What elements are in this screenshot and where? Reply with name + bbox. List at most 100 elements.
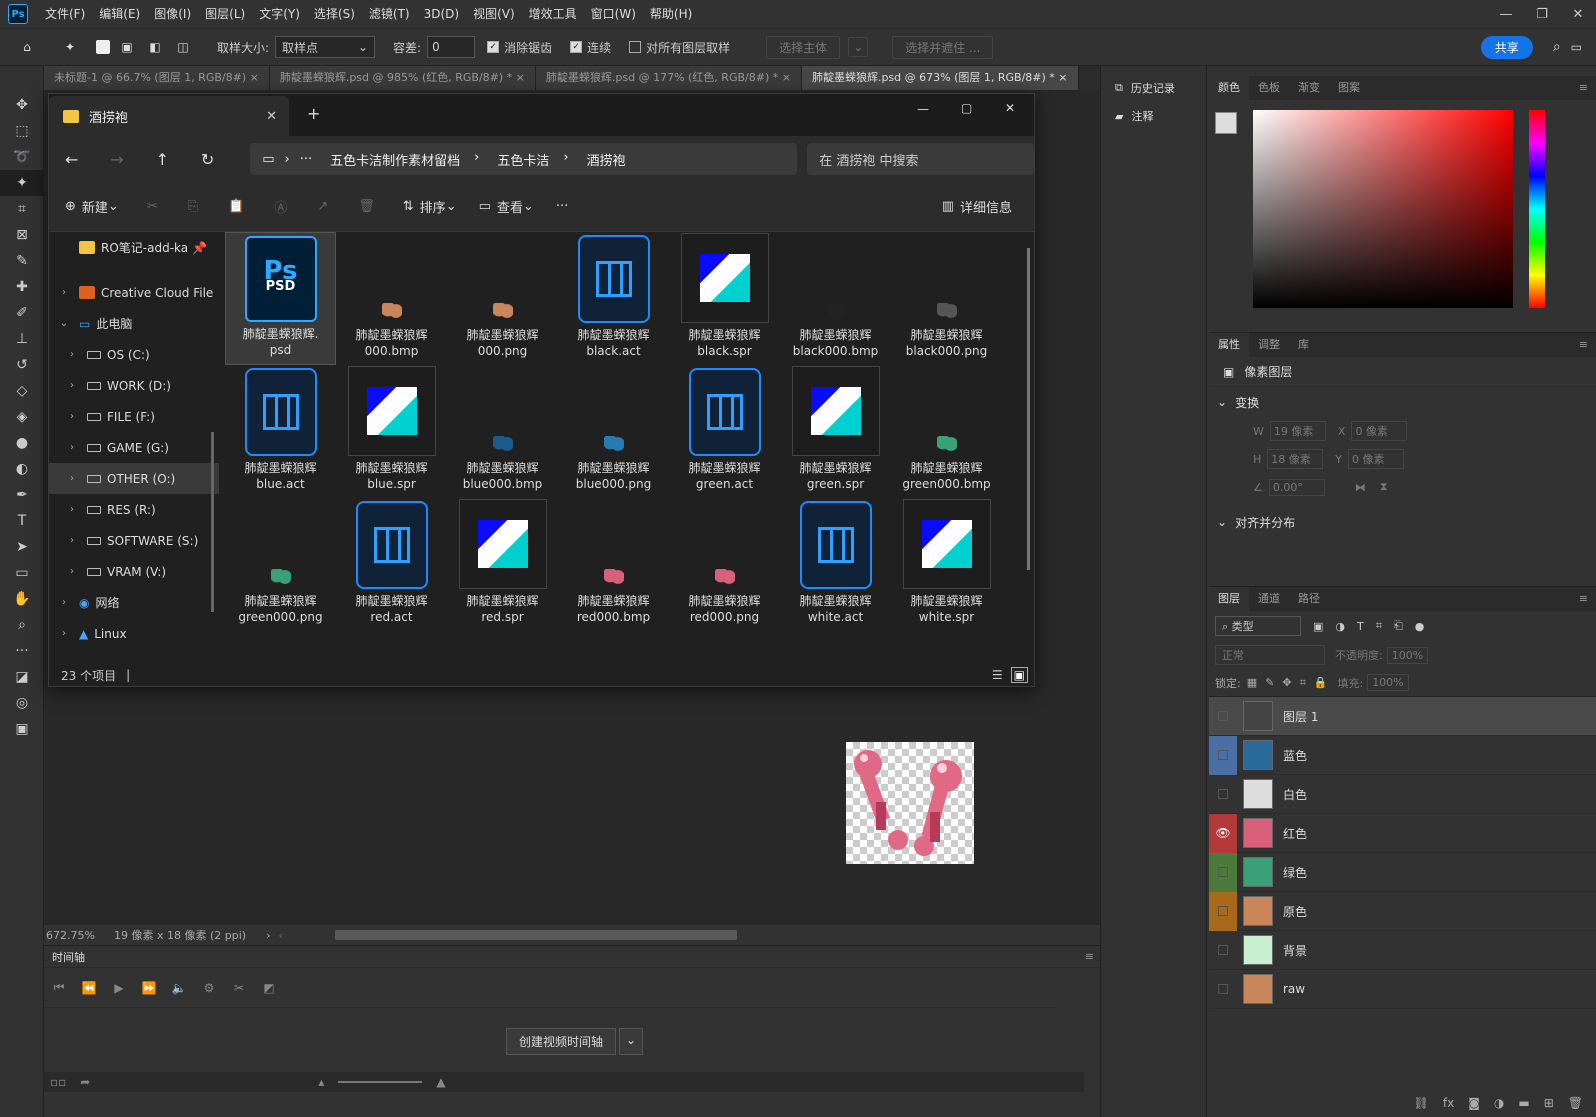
play-icon[interactable]: ▶	[104, 981, 134, 995]
nav-item[interactable]: › ◉ 网络	[49, 587, 219, 618]
type-tool-icon[interactable]: T	[0, 508, 44, 534]
back-icon[interactable]: ←	[49, 150, 94, 169]
transition-icon[interactable]: ◩	[254, 981, 284, 995]
nav-item[interactable]: › RES (R:)	[49, 494, 219, 525]
eyedropper-tool-icon[interactable]: ✎	[0, 248, 44, 274]
file-item[interactable]: 肺靛墨蝾狼辉 black000.png	[891, 232, 1002, 365]
filter-type-icon[interactable]: T	[1357, 620, 1364, 633]
healing-tool-icon[interactable]: ✚	[0, 274, 44, 300]
flip-vertical-icon[interactable]: ⧗	[1380, 480, 1388, 494]
bucket-tool-icon[interactable]: ◈	[0, 404, 44, 430]
color-swatch-icon[interactable]: ◪	[0, 664, 44, 690]
add-mask-icon[interactable]: ◙	[1468, 1096, 1480, 1110]
lock-artboard-icon[interactable]: ⌗	[1300, 676, 1306, 690]
breadcrumb-item[interactable]: 五色卡洁制作素材留档	[330, 150, 460, 169]
magic-wand-tool-icon[interactable]: ✦	[0, 170, 44, 196]
add-selection-icon[interactable]: ▣	[116, 36, 138, 58]
scroll-left-icon[interactable]: ‹	[279, 929, 283, 942]
minimize-icon[interactable]: —	[1488, 7, 1524, 22]
filter-smart-icon[interactable]: ⎗	[1394, 619, 1403, 633]
rectangle-tool-icon[interactable]: ▭	[0, 560, 44, 586]
file-item[interactable]: 肺靛墨蝾狼辉 white.spr	[891, 498, 1002, 631]
layer-row[interactable]: 背景	[1209, 931, 1596, 970]
chevron-right-icon[interactable]: ›	[65, 380, 79, 391]
refresh-icon[interactable]: ↻	[185, 150, 230, 169]
quick-mask-icon[interactable]: ◎	[0, 690, 44, 716]
align-section[interactable]: ⌄ 对齐并分布	[1209, 507, 1596, 537]
panel-tab[interactable]: 调整	[1249, 333, 1289, 357]
panel-tab[interactable]: 图案	[1329, 76, 1369, 100]
nav-item[interactable]: RO笔记-add-ka 📌	[49, 232, 219, 263]
fx-icon[interactable]: fx	[1443, 1096, 1454, 1110]
up-icon[interactable]: ↑	[140, 150, 185, 169]
panel-tab[interactable]: 色板	[1249, 76, 1289, 100]
dodge-tool-icon[interactable]: ◐	[0, 456, 44, 482]
magic-wand-icon[interactable]: ✦	[59, 36, 81, 58]
more-tools-icon[interactable]: ···	[0, 638, 44, 664]
nav-scrollbar[interactable]	[211, 432, 214, 612]
screen-mode-icon[interactable]: ▣	[0, 716, 44, 742]
select-subject-dropdown[interactable]: ⌄	[848, 37, 869, 57]
file-item[interactable]: 肺靛墨蝾狼辉 black.spr	[669, 232, 780, 365]
nav-item[interactable]: › OS (C:)	[49, 339, 219, 370]
frame-tool-icon[interactable]: ⊠	[0, 222, 44, 248]
search-field[interactable]: 在 酒捞袍 中搜索	[807, 143, 1034, 175]
hand-tool-icon[interactable]: ✋	[0, 586, 44, 612]
convert-icon[interactable]: ➦	[80, 1075, 90, 1089]
panel-menu-icon[interactable]: ≡	[1570, 76, 1596, 100]
visibility-toggle[interactable]	[1209, 970, 1237, 1009]
opacity-input[interactable]: 100%	[1386, 646, 1429, 664]
file-item[interactable]: 肺靛墨蝾狼辉 green000.png	[225, 498, 336, 631]
select-mask-button[interactable]: 选择并遮住 ...	[892, 35, 994, 59]
share-icon[interactable]: ↗	[317, 199, 328, 214]
notes-panel-button[interactable]: ▰ 注释	[1101, 102, 1206, 130]
panel-tab[interactable]: 库	[1289, 333, 1318, 357]
zoom-slider[interactable]	[338, 1081, 423, 1083]
flip-horizontal-icon[interactable]: ⧓	[1355, 481, 1366, 494]
new-tab-button[interactable]: +	[307, 104, 320, 123]
crop-tool-icon[interactable]: ⌗	[0, 196, 44, 222]
menu-item[interactable]: 增效工具	[522, 0, 584, 28]
stamp-tool-icon[interactable]: ⊥	[0, 326, 44, 352]
nav-item[interactable]: › Creative Cloud File	[49, 277, 219, 308]
visibility-toggle[interactable]	[1209, 775, 1237, 814]
pen-tool-icon[interactable]: ✒	[0, 482, 44, 508]
menu-item[interactable]: 窗口(W)	[584, 0, 643, 28]
file-item[interactable]: 肺靛墨蝾狼辉 blue000.bmp	[447, 365, 558, 498]
chevron-right-icon[interactable]: ›	[65, 566, 79, 577]
menu-item[interactable]: 图像(I)	[147, 0, 198, 28]
filter-adjust-icon[interactable]: ◑	[1335, 620, 1345, 633]
nav-item[interactable]: › OTHER (O:)	[49, 463, 219, 494]
layer-row[interactable]: 白色	[1209, 775, 1596, 814]
sort-button[interactable]: ⇅ 排序 ⌄	[403, 197, 457, 216]
zoom-tool-icon[interactable]: ⌕	[0, 612, 44, 638]
file-item[interactable]: 肺靛墨蝾狼辉 000.bmp	[336, 232, 447, 365]
lock-transparent-icon[interactable]: ▦	[1247, 676, 1257, 689]
menu-item[interactable]: 帮助(H)	[643, 0, 699, 28]
cut-icon[interactable]: ✂	[147, 199, 158, 214]
x-input[interactable]: 0 像素	[1351, 421, 1408, 441]
transform-section[interactable]: ⌄ 变换	[1209, 387, 1596, 417]
zoom-in-icon[interactable]: ▲	[436, 1075, 445, 1089]
intersect-selection-icon[interactable]: ◫	[172, 36, 194, 58]
eraser-tool-icon[interactable]: ◇	[0, 378, 44, 404]
nav-item[interactable]: › SOFTWARE (S:)	[49, 525, 219, 556]
settings-icon[interactable]: ⚙	[194, 981, 224, 995]
file-item[interactable]: Ps PSD 肺靛墨蝾狼辉. psd	[225, 232, 336, 365]
filter-shape-icon[interactable]: ⌗	[1376, 619, 1382, 633]
rename-icon[interactable]: Ⓐ	[274, 197, 287, 216]
path-select-icon[interactable]: ➤	[0, 534, 44, 560]
move-tool-icon[interactable]: ✥	[0, 92, 44, 118]
frame-mode-icon[interactable]: ▫▫	[50, 1075, 66, 1089]
maximize-icon[interactable]: ▢	[961, 101, 972, 115]
panel-tab[interactable]: 属性	[1209, 333, 1249, 357]
chevron-right-icon[interactable]: ›	[65, 349, 79, 360]
chevron-right-icon[interactable]: ›	[57, 287, 71, 298]
tolerance-input[interactable]: 0	[427, 36, 476, 58]
files-scrollbar[interactable]	[1027, 248, 1030, 570]
adjustment-layer-icon[interactable]: ◑	[1494, 1096, 1504, 1110]
forward-icon[interactable]: →	[94, 150, 139, 169]
blend-mode-select[interactable]: 正常	[1215, 645, 1325, 665]
chevron-right-icon[interactable]: ›	[266, 929, 270, 942]
panel-tab[interactable]: 颜色	[1209, 76, 1249, 100]
